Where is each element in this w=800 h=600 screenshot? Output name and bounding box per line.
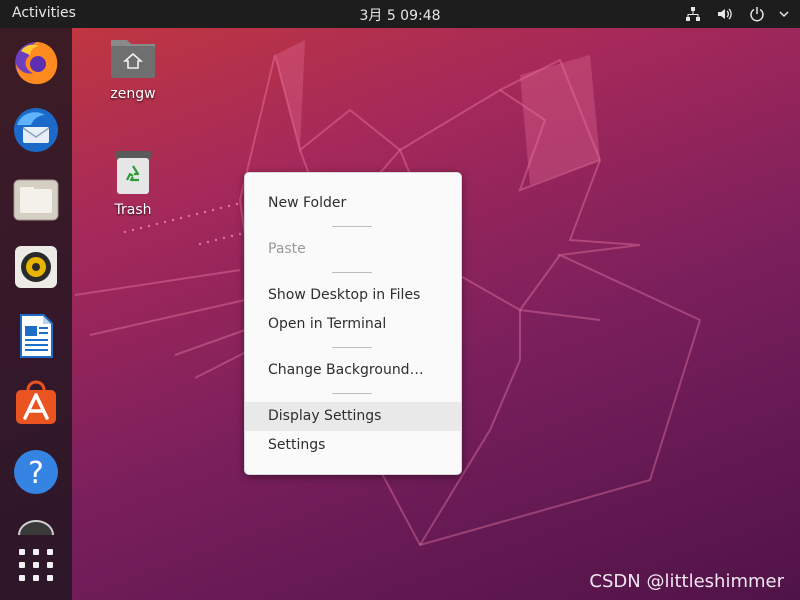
activities-button[interactable]: Activities bbox=[12, 5, 76, 21]
desktop-icon-trash[interactable]: Trash bbox=[101, 150, 165, 218]
show-applications-button[interactable] bbox=[11, 540, 61, 590]
volume-icon[interactable] bbox=[714, 4, 736, 24]
menu-item-show-desktop-in-files[interactable]: Show Desktop in Files bbox=[245, 281, 461, 310]
top-bar: Activities 3月 5 09:48 bbox=[0, 0, 800, 28]
clock-label[interactable]: 3月 5 09:48 bbox=[359, 8, 440, 24]
menu-item-change-background[interactable]: Change Background… bbox=[245, 356, 461, 385]
menu-item-display-settings[interactable]: Display Settings bbox=[245, 402, 461, 431]
desktop-context-menu: New Folder Paste Show Desktop in Files O… bbox=[244, 172, 462, 475]
desktop-icon-label: Trash bbox=[114, 202, 152, 218]
trash-icon bbox=[115, 151, 151, 194]
home-folder-icon bbox=[111, 40, 155, 78]
dock-thunderbird[interactable] bbox=[11, 105, 61, 155]
desktop-icon-label: zengw bbox=[110, 86, 156, 102]
dock: ? bbox=[0, 28, 72, 600]
system-tray[interactable] bbox=[682, 4, 790, 24]
app-icon bbox=[18, 520, 54, 535]
menu-item-paste: Paste bbox=[268, 241, 306, 257]
dock-help[interactable]: ? bbox=[11, 447, 61, 497]
clock: 3月 5 09:48 bbox=[0, 5, 800, 25]
menu-separator bbox=[332, 272, 372, 273]
desktop-icon-home[interactable]: zengw bbox=[101, 36, 165, 102]
menu-separator bbox=[332, 347, 372, 348]
dock-files[interactable] bbox=[11, 174, 61, 224]
files-icon bbox=[13, 179, 59, 221]
dock-partially-visible-app[interactable] bbox=[11, 515, 61, 535]
menu-separator bbox=[332, 393, 372, 394]
writer-icon bbox=[20, 314, 53, 358]
help-icon: ? bbox=[14, 450, 58, 494]
svg-text:?: ? bbox=[28, 456, 44, 491]
dock-firefox[interactable] bbox=[11, 37, 61, 87]
menu-item-open-in-terminal[interactable]: Open in Terminal bbox=[245, 310, 461, 339]
menu-separator bbox=[332, 226, 372, 227]
menu-item-new-folder[interactable]: New Folder bbox=[245, 189, 461, 218]
menu-item-settings[interactable]: Settings bbox=[245, 431, 461, 460]
watermark: CSDN @littleshimmer bbox=[589, 571, 784, 592]
chevron-down-icon[interactable] bbox=[778, 4, 790, 24]
thunderbird-icon bbox=[14, 108, 58, 152]
grid-icon bbox=[19, 549, 53, 581]
firefox-icon bbox=[15, 42, 58, 85]
software-icon bbox=[16, 380, 56, 424]
network-icon[interactable] bbox=[682, 4, 704, 24]
power-icon[interactable] bbox=[746, 4, 768, 24]
rhythmbox-icon bbox=[15, 246, 57, 288]
dock-ubuntu-software[interactable] bbox=[11, 378, 61, 428]
dock-rhythmbox[interactable] bbox=[11, 242, 61, 292]
dock-libreoffice-writer[interactable] bbox=[11, 311, 61, 361]
